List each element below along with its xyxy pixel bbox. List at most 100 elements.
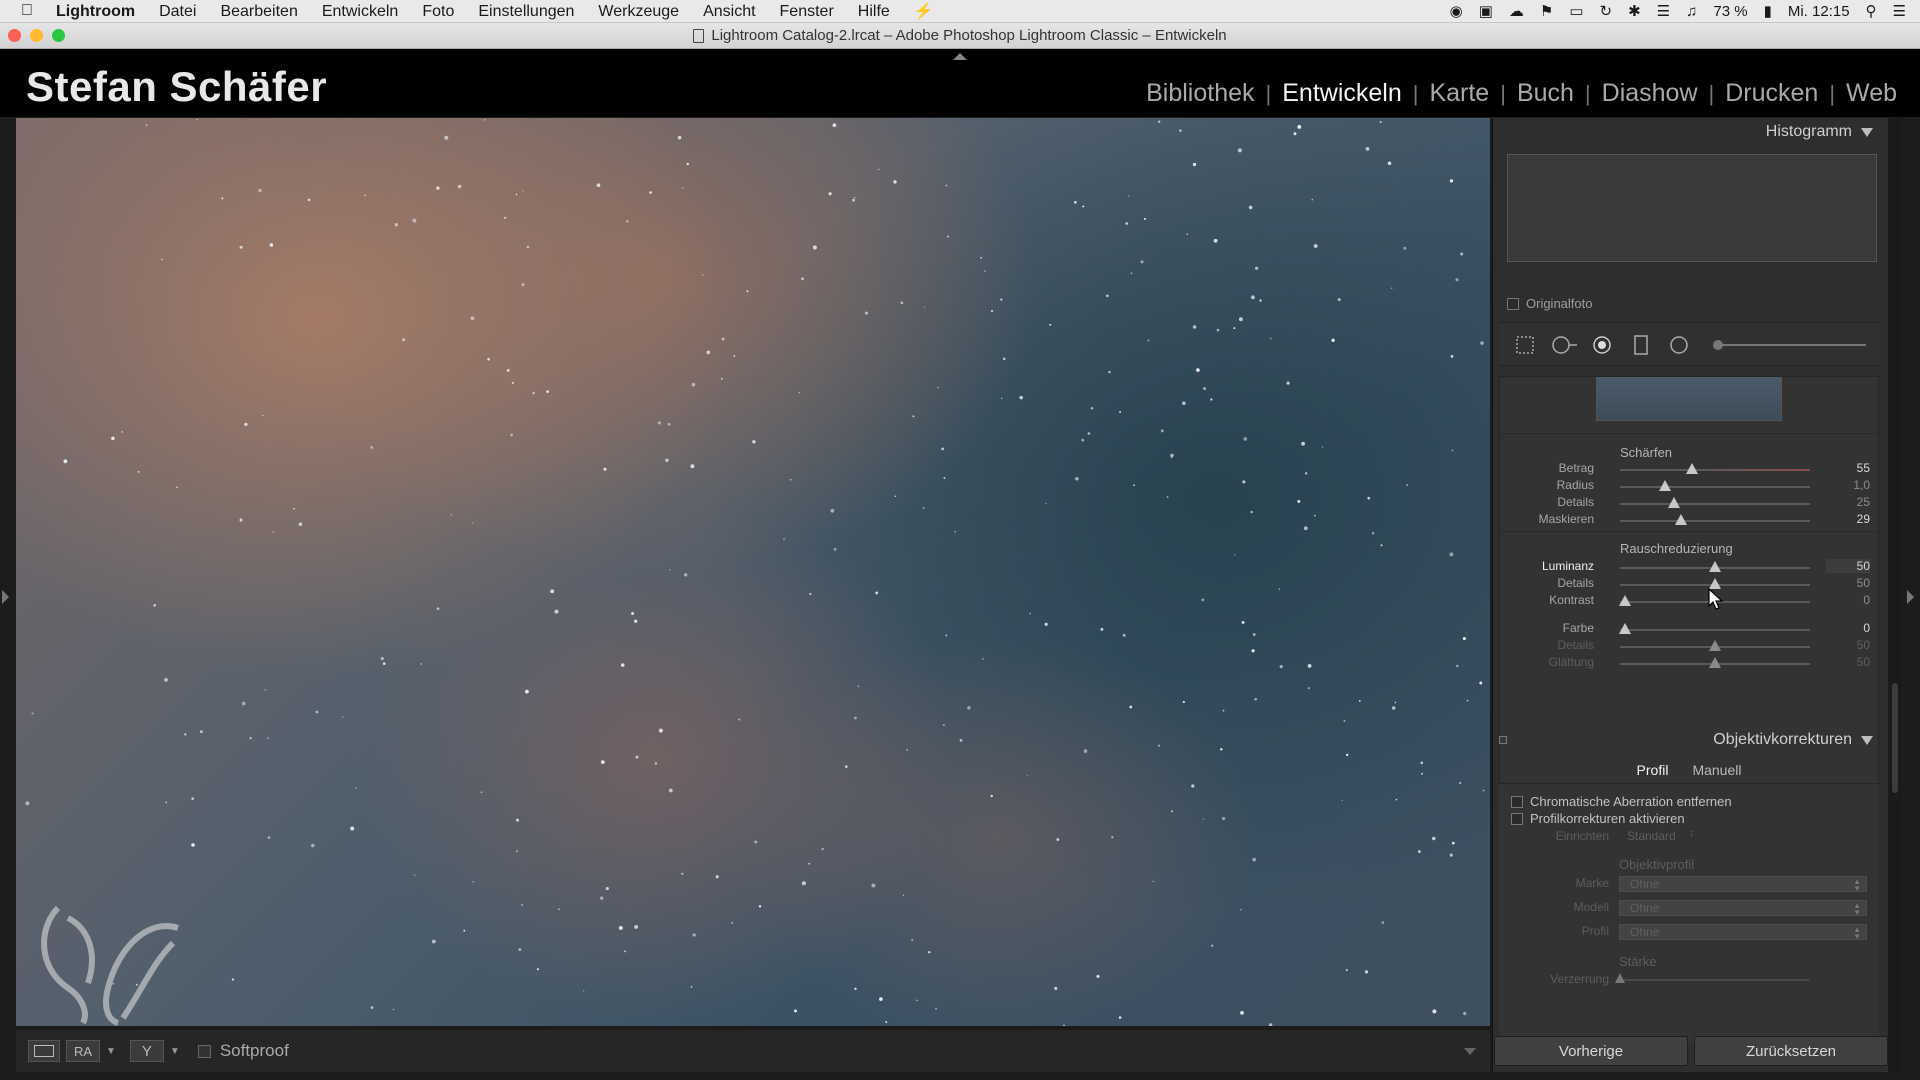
expand-left-panel-icon[interactable] <box>2 590 9 604</box>
module-karte[interactable]: Karte <box>1418 79 1500 108</box>
tab-manual[interactable]: Manuell <box>1692 762 1741 778</box>
noise-slider-value[interactable]: 0 <box>1826 593 1870 607</box>
noise-slider-row[interactable]: Luminanz 50 <box>1500 559 1880 576</box>
sharpen-slider-thumb[interactable] <box>1667 497 1680 508</box>
module-web[interactable]: Web <box>1835 79 1908 108</box>
before-after-dropdown-icon[interactable]: ▼ <box>106 1046 116 1057</box>
original-photo-toggle[interactable]: Originalfoto <box>1507 296 1592 311</box>
menu-bearbeiten[interactable]: Bearbeiten <box>208 0 309 23</box>
histogram-area[interactable] <box>1507 154 1877 262</box>
color-slider-value[interactable]: 0 <box>1826 621 1870 635</box>
softproof-checkbox[interactable] <box>197 1044 211 1058</box>
wifi-icon[interactable]: ☰ <box>1657 2 1670 20</box>
noise-slider-thumb[interactable] <box>1709 561 1721 572</box>
color-slider-value[interactable]: 50 <box>1826 655 1870 669</box>
color-slider-thumb[interactable] <box>1619 623 1631 634</box>
color-slider-thumb[interactable] <box>1709 657 1721 668</box>
menu-entwickeln[interactable]: Entwickeln <box>310 0 410 23</box>
time-machine-icon[interactable]: ↻ <box>1600 2 1613 20</box>
crop-tool-icon[interactable] <box>1515 335 1535 355</box>
red-eye-icon[interactable] <box>1592 335 1612 355</box>
noise-slider-value[interactable]: 50 <box>1826 559 1870 573</box>
color-slider-value[interactable]: 50 <box>1826 638 1870 652</box>
before-after-button[interactable]: RA <box>66 1040 100 1062</box>
loupe-view-button[interactable] <box>28 1040 60 1062</box>
sharpen-slider-value[interactable]: 55 <box>1826 461 1870 475</box>
mode-dropdown-icon[interactable]: ▼ <box>170 1046 180 1057</box>
menu-hilfe[interactable]: Hilfe <box>846 0 902 23</box>
noise-slider-value[interactable]: 50 <box>1826 576 1870 590</box>
brush-size-slider[interactable] <box>1721 344 1866 346</box>
color-slider-row[interactable]: Farbe 0 <box>1500 621 1880 638</box>
sharpen-slider-row[interactable]: Betrag 55 <box>1500 461 1880 478</box>
apple-menu-icon[interactable]:  <box>10 2 44 20</box>
distortion-slider-thumb[interactable] <box>1615 973 1625 983</box>
spot-removal-icon[interactable] <box>1551 335 1579 355</box>
noise-slider-thumb[interactable] <box>1619 595 1631 606</box>
color-slider-thumb[interactable] <box>1709 640 1721 651</box>
noise-slider-row[interactable]: Details 50 <box>1500 576 1880 593</box>
battery-icon[interactable]: ▮ <box>1764 2 1772 20</box>
photo-preview[interactable] <box>16 118 1490 1026</box>
spotlight-search-icon[interactable]: ⚲ <box>1866 2 1877 20</box>
adjustment-brush-icon[interactable] <box>1711 335 1725 355</box>
graduated-filter-icon[interactable] <box>1631 335 1651 355</box>
close-window-button[interactable] <box>8 29 21 42</box>
setup-select[interactable]: Standard <box>1627 829 1676 843</box>
menu-fenster[interactable]: Fenster <box>768 0 846 23</box>
expand-right-edge-icon[interactable] <box>1907 590 1914 604</box>
color-slider-track[interactable] <box>1620 629 1810 631</box>
module-entwickeln[interactable]: Entwickeln <box>1271 79 1413 108</box>
distortion-slider-track[interactable] <box>1619 979 1809 981</box>
cloud-sync-icon[interactable]: ☁ <box>1509 2 1524 20</box>
sharpen-slider-value[interactable]: 1,0 <box>1826 478 1870 492</box>
notification-center-icon[interactable]: ☰ <box>1893 2 1906 20</box>
radial-filter-icon[interactable] <box>1669 335 1689 355</box>
sharpen-slider-track[interactable] <box>1620 503 1810 505</box>
sharpen-slider-row[interactable]: Radius 1,0 <box>1500 478 1880 495</box>
sharpen-slider-value[interactable]: 29 <box>1826 512 1870 526</box>
toolbar-menu-icon[interactable] <box>1464 1047 1476 1055</box>
panel-scrollbar[interactable] <box>1889 118 1901 1072</box>
chromatic-aberration-checkbox[interactable] <box>1511 795 1523 808</box>
sharpen-slider-track[interactable] <box>1620 469 1810 471</box>
module-diashow[interactable]: Diashow <box>1591 79 1709 108</box>
sharpen-slider-track[interactable] <box>1620 520 1810 522</box>
histogram-header[interactable]: Histogramm <box>1493 118 1885 146</box>
enable-profile-corrections-toggle[interactable]: Profilkorrekturen aktivieren <box>1511 811 1685 826</box>
remove-chromatic-aberration-toggle[interactable]: Chromatische Aberration entfernen <box>1511 794 1732 809</box>
zoom-window-button[interactable] <box>52 29 65 42</box>
menu-ansicht[interactable]: Ansicht <box>691 0 767 23</box>
reset-button[interactable]: Zurücksetzen <box>1694 1036 1888 1066</box>
minimize-window-button[interactable] <box>30 29 43 42</box>
color-slider-row[interactable]: Glättung 50 <box>1500 655 1880 672</box>
scrollbar-thumb[interactable] <box>1892 683 1898 793</box>
sharpen-slider-row[interactable]: Details 25 <box>1500 495 1880 512</box>
module-bibliothek[interactable]: Bibliothek <box>1135 79 1265 108</box>
profile-select[interactable]: Ohne ▲ ▼ <box>1619 924 1867 941</box>
menu-app-lightroom[interactable]: Lightroom <box>44 0 147 23</box>
record-icon[interactable]: ◉ <box>1450 2 1463 20</box>
setup-chevron-icon[interactable]: ↕ <box>1689 828 1694 839</box>
battery-percent[interactable]: 73 % <box>1713 3 1747 20</box>
before-after-mode-button[interactable]: Y <box>129 1040 164 1062</box>
clock[interactable]: Mi. 12:15 <box>1788 3 1850 20</box>
color-slider-row[interactable]: Details 50 <box>1500 638 1880 655</box>
previous-button[interactable]: Vorherige <box>1494 1036 1688 1066</box>
detail-preview-thumbnail[interactable] <box>1596 377 1782 421</box>
menu-datei[interactable]: Datei <box>147 0 208 23</box>
tab-profile[interactable]: Profil <box>1637 762 1669 778</box>
bluetooth-icon[interactable]: ✱ <box>1628 2 1641 20</box>
menu-werkzeuge[interactable]: Werkzeuge <box>586 0 691 23</box>
noise-slider-row[interactable]: Kontrast 0 <box>1500 593 1880 610</box>
script-bolt-icon[interactable]: ⚡ <box>902 0 946 23</box>
module-buch[interactable]: Buch <box>1506 79 1585 108</box>
volume-icon[interactable]: ♫ <box>1686 3 1697 20</box>
airplay-icon[interactable]: ▭ <box>1569 2 1583 20</box>
sharpen-slider-thumb[interactable] <box>1685 463 1698 474</box>
sharpen-slider-track[interactable] <box>1620 486 1810 488</box>
sharpen-slider-value[interactable]: 25 <box>1826 495 1870 509</box>
collapse-top-panel-icon[interactable] <box>953 53 967 60</box>
model-select[interactable]: Ohne ▲ ▼ <box>1619 900 1867 917</box>
bookmark-icon[interactable]: ⚑ <box>1540 2 1553 20</box>
